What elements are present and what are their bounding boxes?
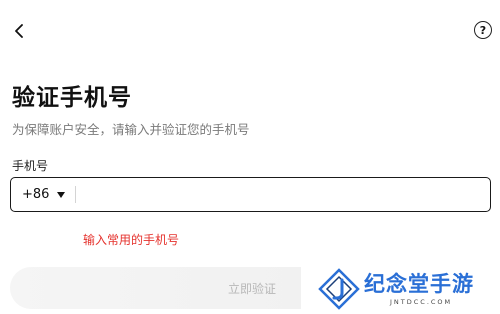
page-subtitle: 为保障账户安全，请输入并验证您的手机号 — [12, 122, 250, 137]
back-button[interactable] — [8, 20, 30, 42]
country-code-value: +86 — [22, 187, 50, 202]
watermark-diamond-icon — [318, 268, 360, 310]
chevron-left-icon — [15, 24, 23, 38]
page-title: 验证手机号 — [12, 85, 132, 111]
phone-input[interactable] — [76, 178, 490, 211]
phone-input-group: +86 — [10, 177, 491, 212]
phone-field-label: 手机号 — [12, 159, 49, 173]
watermark-text: 纪念堂手游 JNTDCC.COM — [364, 272, 474, 306]
phone-error-message: 输入常用的手机号 — [83, 233, 180, 247]
question-circle-icon: ? — [479, 23, 487, 37]
help-button[interactable]: ? — [474, 21, 492, 39]
country-code-selector[interactable]: +86 — [11, 178, 75, 211]
caret-down-icon — [57, 191, 66, 198]
watermark-logo: 纪念堂手游 JNTDCC.COM — [318, 267, 494, 311]
watermark-domain: JNTDCC.COM — [390, 298, 453, 306]
verify-button[interactable]: 立即验证 — [10, 267, 301, 309]
watermark-brand: 纪念堂手游 — [364, 272, 474, 296]
